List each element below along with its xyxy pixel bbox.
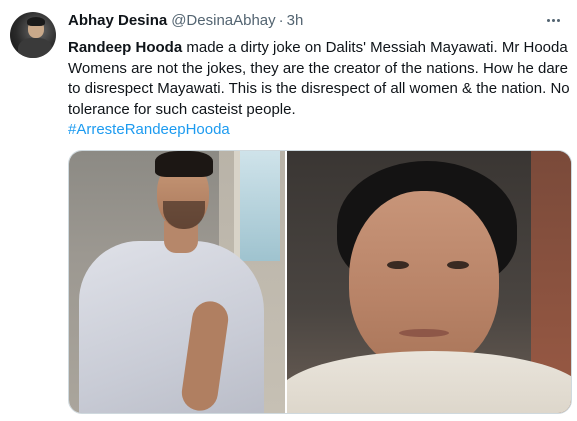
- photo-window: [234, 151, 280, 261]
- photo-shawl: [287, 351, 571, 413]
- dot-icon: [551, 18, 555, 22]
- timestamp[interactable]: 3h: [287, 12, 304, 29]
- photo-eye: [447, 261, 470, 269]
- avatar[interactable]: [10, 12, 56, 58]
- photo-woman[interactable]: [287, 151, 571, 413]
- tweet-content: Abhay Desina @DesinaAbhay · 3h Randeep H…: [68, 10, 570, 141]
- photo-hair: [155, 151, 213, 177]
- photo-shirt: [79, 241, 264, 413]
- photo-man[interactable]: [69, 151, 286, 413]
- display-name[interactable]: Abhay Desina: [68, 12, 167, 29]
- photo-eye: [387, 261, 410, 269]
- user-handle[interactable]: @DesinaAbhay: [171, 12, 275, 29]
- mentioned-name: Randeep Hooda: [68, 39, 183, 56]
- photo-face: [349, 191, 500, 371]
- hashtag-link[interactable]: #ArresteRandeepHooda: [68, 121, 230, 138]
- tweet-card[interactable]: Abhay Desina @DesinaAbhay · 3h Randeep H…: [0, 0, 577, 421]
- photo-mouth: [399, 329, 450, 337]
- tweet-header: Abhay Desina @DesinaAbhay · 3h: [68, 10, 568, 30]
- dot-icon: [556, 18, 560, 22]
- avatar-hair-shape: [27, 17, 45, 26]
- more-options-icon[interactable]: [542, 10, 564, 30]
- tweet-text: Randeep Hooda made a dirty joke on Dalit…: [68, 38, 573, 141]
- media-grid[interactable]: [68, 150, 572, 414]
- separator-dot: ·: [278, 11, 284, 29]
- dot-icon: [546, 18, 550, 22]
- avatar-body-shape: [18, 38, 52, 58]
